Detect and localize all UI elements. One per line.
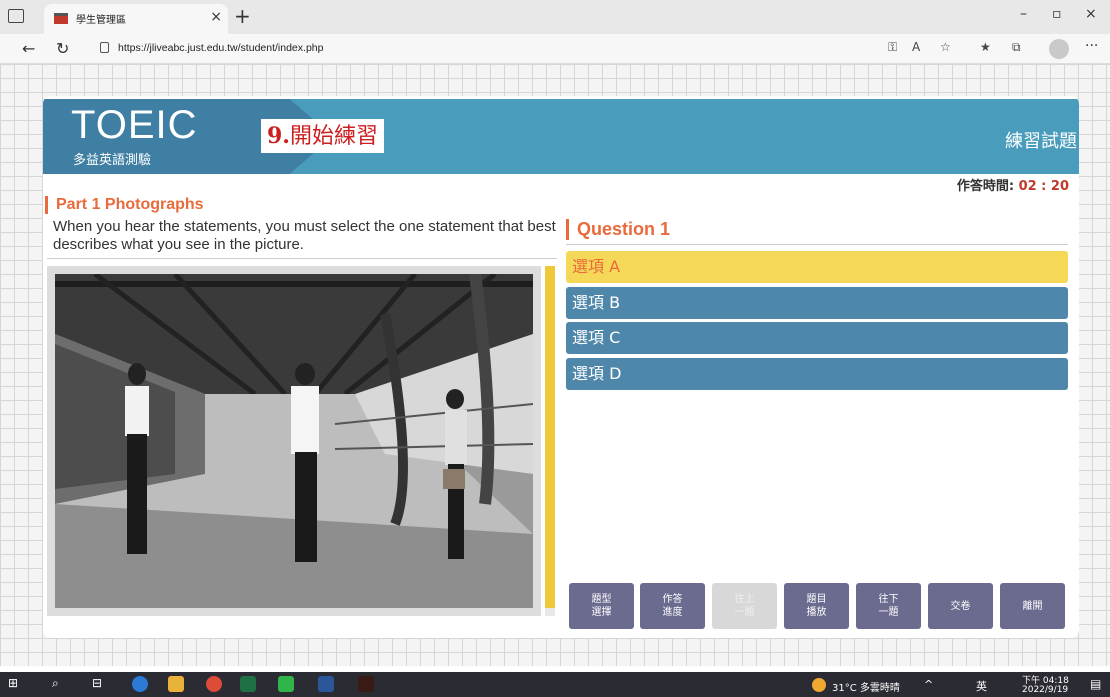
exam-panel: TOEIC 多益英語測驗 9.開始練習 練習試題 作答時間: 02 : 20 P… [43,96,1079,638]
excel-icon[interactable] [240,676,256,692]
close-tab-icon[interactable]: × [210,9,222,25]
logo-subtitle: 多益英語測驗 [73,153,152,168]
divider [47,258,557,259]
question-title: Question 1 [566,219,670,240]
favorites-icon[interactable]: ★ [980,40,991,54]
question-divider [566,244,1068,245]
chrome-icon[interactable] [206,676,222,692]
option-c[interactable]: 選項 C [566,322,1068,354]
add-favorite-icon[interactable]: ☆ [940,40,951,54]
timer-value: 02 : 20 [1018,179,1069,194]
task-view-icon[interactable]: ⊟ [92,676,108,692]
key-icon[interactable]: ⚿ [888,40,897,55]
tab-actions-icon[interactable] [8,9,24,23]
step-text: 開始練習 [289,124,378,149]
tray-chevron-icon[interactable]: ^ [924,678,933,691]
file-explorer-icon[interactable] [168,676,184,692]
answer-progress-button[interactable]: 作答 進度 [640,583,705,629]
illustrator-icon[interactable] [358,676,374,692]
option-a[interactable]: 選項 A [566,251,1068,283]
timer: 作答時間: 02 : 20 [957,175,1069,194]
photo-frame [47,266,541,616]
windows-start-icon[interactable]: ⊞ [8,676,24,692]
notification-icon[interactable]: ▤ [1090,677,1101,691]
mode-label: 練習試題 [1005,131,1077,152]
weather-icon[interactable] [812,678,826,692]
word-icon[interactable] [318,676,334,692]
address-bar: ← ↻ https://jliveabc.just.edu.tw/student… [0,34,1110,64]
browser-tab[interactable]: 學生管理區 × [44,4,228,34]
leave-button[interactable]: 離開 [1000,583,1065,629]
browser-tab-bar: 學生管理區 × + – ▫ × [0,0,1110,34]
section-title: Part 1 Photographs [45,196,204,214]
photo-scrollbar[interactable] [545,266,555,616]
clock-date[interactable]: 2022/9/19 [1022,685,1068,695]
refresh-icon[interactable]: ↻ [56,39,69,58]
maximize-icon[interactable]: ▫ [1052,6,1062,22]
play-question-button[interactable]: 題目 播放 [784,583,849,629]
timer-label: 作答時間: [956,179,1015,194]
edge-browser-icon[interactable] [132,676,148,692]
page-background: TOEIC 多益英語測驗 9.開始練習 練習試題 作答時間: 02 : 20 P… [0,64,1110,666]
submit-exam-button[interactable]: 交卷 [928,583,993,629]
search-icon[interactable]: ⌕ [52,676,68,692]
step-label: 9.開始練習 [261,119,384,153]
option-d[interactable]: 選項 D [566,358,1068,390]
minimize-icon[interactable]: – [1020,6,1027,22]
weather-text[interactable]: 31°C 多雲時晴 [832,679,900,694]
close-window-icon[interactable]: × [1085,6,1097,22]
lock-icon[interactable] [100,42,109,53]
profile-avatar[interactable] [1049,39,1069,59]
logo-title: TOEIC [71,103,198,147]
back-icon[interactable]: ← [22,39,35,58]
scrollbar-thumb[interactable] [545,266,555,608]
instructions-text: When you hear the statements, you must s… [53,218,556,253]
read-aloud-icon[interactable]: A [912,40,920,54]
new-tab-icon[interactable]: + [234,4,251,28]
option-b[interactable]: 選項 B [566,287,1068,319]
previous-question-button[interactable]: 往上 一題 [712,583,777,629]
tab-title: 學生管理區 [76,15,126,26]
more-menu-icon[interactable]: ··· [1085,38,1098,54]
line-icon[interactable] [278,676,294,692]
site-favicon-icon [54,13,68,24]
step-number: 9. [267,123,290,149]
question-photo [55,272,534,608]
ime-indicator[interactable]: 英 [976,678,987,694]
next-question-button[interactable]: 往下 一題 [856,583,921,629]
url-field[interactable]: https://jliveabc.just.edu.tw/student/ind… [118,42,323,54]
question-type-button[interactable]: 題型 選擇 [569,583,634,629]
taskbar: ⊞ ⌕ ⊟ 31°C 多雲時晴 ^ 英 下午 04:18 2022/9/19 ▤ [0,672,1110,697]
header-banner: TOEIC 多益英語測驗 9.開始練習 練習試題 [43,99,1079,174]
collections-icon[interactable]: ⧉ [1012,40,1021,55]
